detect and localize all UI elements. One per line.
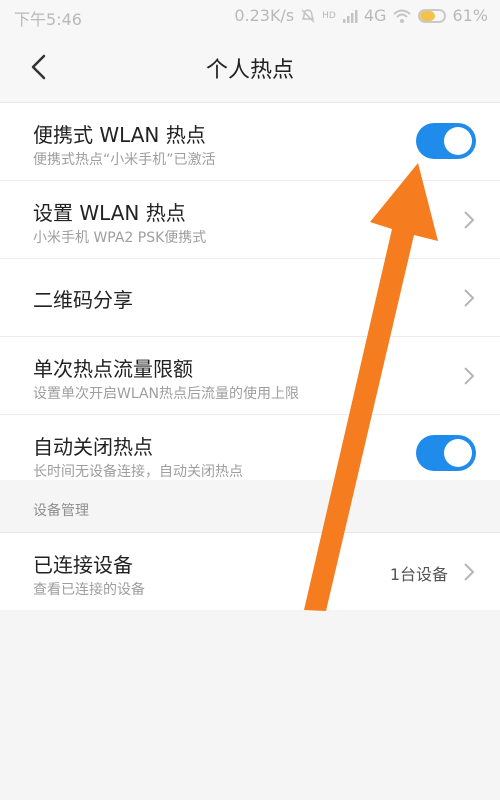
chevron-right-icon	[464, 211, 475, 229]
toggle-knob	[444, 439, 472, 467]
setting-subtitle: 便携式热点“小米手机”已激活	[33, 152, 216, 168]
setting-subtitle: 长时间无设备连接，自动关闭热点	[33, 464, 243, 480]
status-icons: 0.23K/s HD 4G 61%	[234, 6, 488, 25]
setting-configure-hotspot[interactable]: 设置 WLAN 热点 小米手机 WPA2 PSK便携式	[0, 181, 500, 259]
battery-percent: 61%	[452, 6, 488, 25]
setting-subtitle: 小米手机 WPA2 PSK便携式	[33, 230, 207, 246]
setting-title: 已连接设备	[33, 553, 133, 577]
setting-portable-hotspot[interactable]: 便携式 WLAN 热点 便携式热点“小米手机”已激活	[0, 103, 500, 181]
hd-label: HD	[322, 10, 336, 21]
status-bar: 下午5:46 0.23K/s HD 4G 61%	[0, 0, 500, 32]
setting-subtitle: 设置单次开启WLAN热点后流量的使用上限	[33, 386, 300, 402]
title-bar: 个人热点	[0, 32, 500, 102]
setting-subtitle: 查看已连接的设备	[33, 582, 145, 598]
setting-title: 便携式 WLAN 热点	[33, 123, 206, 147]
chevron-right-icon	[464, 563, 475, 581]
setting-title: 单次热点流量限额	[33, 357, 193, 381]
setting-data-limit[interactable]: 单次热点流量限额 设置单次开启WLAN热点后流量的使用上限	[0, 337, 500, 415]
hotspot-settings-list: 便携式 WLAN 热点 便携式热点“小米手机”已激活 设置 WLAN 热点 小米…	[0, 102, 500, 492]
setting-title: 设置 WLAN 热点	[33, 201, 186, 225]
setting-qr-share[interactable]: 二维码分享	[0, 259, 500, 337]
chevron-right-icon	[464, 367, 475, 385]
setting-title: 二维码分享	[33, 288, 133, 312]
toggle-knob	[444, 127, 472, 155]
network-type: 4G	[363, 6, 387, 25]
signal-icon	[342, 9, 358, 23]
mute-icon	[300, 8, 316, 24]
chevron-right-icon	[464, 289, 475, 307]
connected-device-count: 1台设备	[389, 565, 448, 584]
section-header: 设备管理	[0, 480, 500, 532]
section-label-device-management: 设备管理	[33, 503, 89, 519]
battery-icon	[418, 8, 447, 23]
auto-off-toggle[interactable]	[416, 435, 476, 471]
setting-connected-devices[interactable]: 已连接设备 查看已连接的设备 1台设备	[0, 533, 500, 610]
page-title: 个人热点	[205, 58, 294, 83]
network-speed: 0.23K/s	[234, 6, 295, 25]
hotspot-toggle[interactable]	[416, 123, 476, 159]
device-management-list: 已连接设备 查看已连接的设备 1台设备	[0, 532, 500, 610]
setting-title: 自动关闭热点	[33, 435, 153, 459]
wifi-icon	[392, 8, 412, 24]
status-time: 下午5:46	[14, 10, 82, 29]
